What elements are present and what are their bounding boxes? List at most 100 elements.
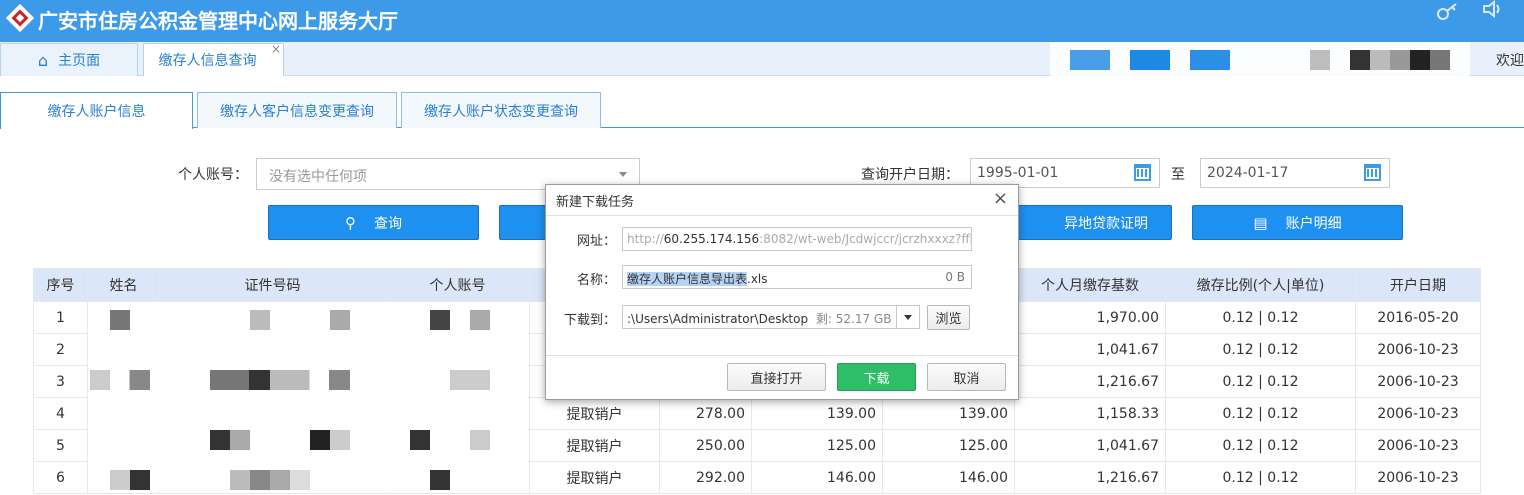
- table-cell: 1,158.33: [1014, 397, 1166, 430]
- redacted-block: [430, 310, 450, 330]
- table-cell: 292.00: [659, 461, 752, 494]
- free-space: 剩: 52.17 GB: [815, 312, 892, 326]
- subtab-status-change[interactable]: 缴存人账户状态变更查询: [401, 92, 601, 128]
- date-label: 查询开户日期：: [861, 167, 959, 183]
- dialog-divider: [546, 215, 1018, 216]
- subtab-account-info[interactable]: 缴存人账户信息: [0, 92, 193, 129]
- table-cell: 4: [33, 397, 88, 430]
- redacted-block: [1190, 50, 1230, 70]
- table-cell: 2006-10-23: [1355, 397, 1481, 430]
- tab-home-label: 主页面: [58, 53, 101, 69]
- redacted-table-area: [88, 302, 528, 492]
- dialog-title: 新建下载任务: [556, 195, 635, 210]
- url-rest: :8082/wt-web/Jcdwjccr/jcrzhxxxz?ffbm: [759, 232, 972, 246]
- column-header[interactable]: 个人账号: [385, 268, 530, 302]
- redacted-block: [470, 310, 490, 330]
- redacted-block: [230, 470, 310, 490]
- table-cell: 125.00: [882, 429, 1015, 462]
- query-button-label: 查询: [374, 215, 402, 232]
- table-cell: 1: [33, 301, 88, 334]
- path-value: :\Users\Administrator\Desktop: [627, 312, 809, 326]
- redacted-block: [410, 430, 430, 450]
- open-directly-button[interactable]: 直接打开: [727, 363, 826, 391]
- redacted-block: [90, 370, 150, 390]
- table-cell: 139.00: [882, 397, 1015, 430]
- download-dialog: 新建下载任务 × 网址： http://60.255.174.156:8082/…: [545, 184, 1019, 400]
- table-cell: 1,041.67: [1014, 333, 1166, 366]
- key-icon[interactable]: [1436, 2, 1460, 22]
- download-button[interactable]: 下载: [837, 363, 916, 391]
- date-to-input[interactable]: 2024-01-17: [1200, 158, 1390, 188]
- table-cell: 0.12 | 0.12: [1165, 333, 1356, 366]
- browse-button[interactable]: 浏览: [927, 305, 970, 330]
- redacted-block: [110, 470, 150, 490]
- home-icon: ⌂: [37, 50, 49, 70]
- column-header[interactable]: 证件号码: [159, 268, 386, 302]
- table-cell: 1,216.67: [1014, 365, 1166, 398]
- redacted-block: [430, 370, 490, 390]
- close-icon[interactable]: ×: [271, 42, 281, 56]
- other-loan-cert-button[interactable]: 异地贷款证明: [1000, 205, 1172, 240]
- welcome-text: 欢迎: [1496, 53, 1524, 69]
- redacted-block: [1310, 50, 1330, 70]
- calendar-icon[interactable]: [1134, 164, 1151, 181]
- column-header[interactable]: 缴存比例(个人|单位): [1165, 268, 1356, 302]
- table-cell: 2006-10-23: [1355, 333, 1481, 366]
- url-field[interactable]: http://60.255.174.156:8082/wt-web/Jcdwjc…: [622, 227, 972, 251]
- path-dropdown[interactable]: [896, 305, 920, 329]
- table-cell: 6: [33, 461, 88, 494]
- tab-depositor-query[interactable]: 缴存人信息查询 ×: [143, 42, 284, 76]
- table-cell: 1,041.67: [1014, 429, 1166, 462]
- app-title: 广安市住房公积金管理中心网上服务大厅: [38, 9, 398, 33]
- redacted-block: [210, 370, 350, 390]
- table-cell: 5: [33, 429, 88, 462]
- redacted-block: [330, 310, 350, 330]
- chevron-down-icon: [619, 172, 627, 177]
- column-header[interactable]: 开户日期: [1355, 268, 1481, 302]
- chevron-down-icon: [904, 315, 912, 320]
- url-host: 60.255.174.156: [663, 232, 760, 246]
- search-icon: ⚲: [345, 213, 356, 232]
- table-cell: 125.00: [751, 429, 883, 462]
- filename-selected: 缴存人账户信息导出表: [627, 272, 748, 286]
- account-detail-button[interactable]: ▤ 账户明细: [1192, 205, 1403, 240]
- path-field[interactable]: :\Users\Administrator\Desktop 剩: 52.17 G…: [622, 305, 920, 329]
- path-label: 下载到：: [563, 313, 616, 328]
- redacted-block: [110, 310, 130, 330]
- url-prefix: http://: [627, 232, 664, 246]
- url-label: 网址：: [576, 234, 616, 249]
- column-header[interactable]: 个人月缴存基数: [1014, 268, 1166, 302]
- table-cell: 1,216.67: [1014, 461, 1166, 494]
- table-cell: 2016-05-20: [1355, 301, 1481, 334]
- table-cell: 146.00: [882, 461, 1015, 494]
- redacted-block: [470, 430, 490, 450]
- subtab-customer-change[interactable]: 缴存人客户信息变更查询: [197, 92, 397, 128]
- close-icon[interactable]: ×: [993, 188, 1008, 209]
- redacted-block: [310, 430, 350, 450]
- table-cell: 提取销户: [529, 397, 660, 430]
- table-cell: 0.12 | 0.12: [1165, 429, 1356, 462]
- table-cell: 2006-10-23: [1355, 429, 1481, 462]
- account-select-placeholder: 没有选中任何项: [269, 169, 367, 185]
- other-loan-cert-label: 异地贷款证明: [1064, 215, 1148, 232]
- speaker-icon[interactable]: [1482, 0, 1504, 18]
- query-button[interactable]: ⚲ 查询: [268, 205, 479, 240]
- column-header[interactable]: 姓名: [87, 268, 160, 302]
- redacted-block: [430, 470, 450, 490]
- account-label: 个人账号：: [178, 167, 248, 183]
- filename-field[interactable]: 缴存人账户信息导出表.xls 0 B: [622, 265, 972, 289]
- table-cell: 3: [33, 365, 88, 398]
- logo-icon: [6, 4, 34, 32]
- cancel-button[interactable]: 取消: [927, 363, 1006, 391]
- table-cell: 1,970.00: [1014, 301, 1166, 334]
- tab-home[interactable]: ⌂ 主页面: [0, 43, 138, 76]
- top-bar: 广安市住房公积金管理中心网上服务大厅: [0, 0, 1524, 42]
- table-cell: 250.00: [659, 429, 752, 462]
- name-label: 名称：: [576, 273, 616, 288]
- table-cell: 提取销户: [529, 461, 660, 494]
- date-from-value: 1995-01-01: [977, 165, 1059, 181]
- column-header[interactable]: 序号: [33, 268, 88, 302]
- date-to-value: 2024-01-17: [1207, 165, 1289, 181]
- calendar-icon[interactable]: [1364, 164, 1381, 181]
- redacted-block: [1070, 50, 1110, 70]
